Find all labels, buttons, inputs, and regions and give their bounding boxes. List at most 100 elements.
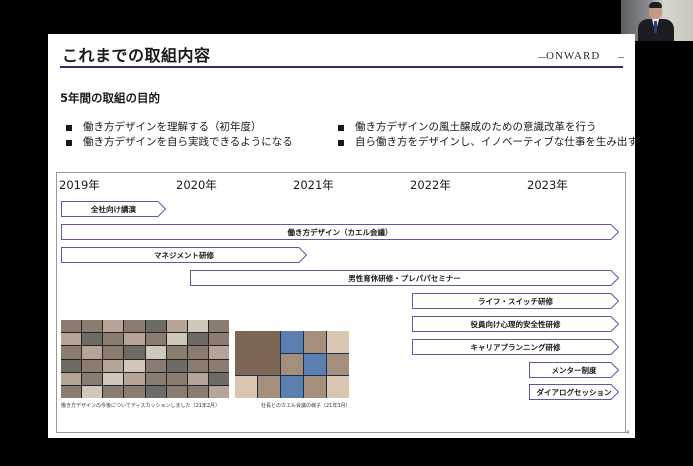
participant-tile: [166, 359, 187, 372]
slide-title: これまでの取組内容: [62, 46, 211, 65]
year-label: 2019年: [59, 178, 100, 192]
participant-tile: [124, 320, 145, 333]
participant-tile: [327, 331, 349, 353]
bullet-square-icon: [66, 124, 72, 131]
participant-tile: [82, 333, 103, 346]
participant-tile: [327, 353, 349, 376]
program-label: 男性育休研修・プレパパセミナー: [348, 273, 461, 283]
participant-tile: [145, 346, 166, 359]
participant-tile: [61, 333, 82, 346]
participant-tile: [187, 385, 208, 398]
participant-tile: [82, 385, 103, 398]
participant-tile: [82, 346, 103, 359]
participant-tile: [103, 346, 124, 359]
participant-tile: [327, 376, 349, 398]
objectives-left: 働き方デザインを理解する（初年度） 働き方デザインを自ら実践できるようになる: [66, 120, 293, 150]
year-label: 2022年: [410, 178, 451, 192]
participant-tile: [166, 346, 187, 359]
logo-rule-right: [618, 57, 624, 58]
participant-tile: [145, 333, 166, 346]
participant-tile: [187, 359, 208, 372]
photo-caption: 働き方デザインの今後についてディスカッションしました（21年2月）: [61, 403, 221, 409]
participant-tile: [281, 331, 303, 353]
participant-tile: [304, 331, 326, 353]
brand-logo: ONWARD: [546, 50, 601, 62]
program-arrow: キャリアプランニング研修: [412, 339, 619, 355]
participant-tile: [304, 353, 326, 376]
program-arrow: マネジメント研修: [61, 247, 307, 263]
objective-item: 働き方デザインの風土醸成のための意識改革を行う: [338, 120, 638, 135]
participant-tile: [61, 346, 82, 359]
program-arrow: ライフ・スイッチ研修: [412, 293, 619, 309]
participant-tile: [124, 359, 145, 372]
logo-rule-left: [538, 57, 546, 58]
year-label: 2021年: [293, 178, 334, 192]
program-arrow: 役員向け心理的安全性研修: [412, 316, 619, 332]
program-label: メンター制度: [551, 365, 597, 375]
program-arrow: メンター制度: [529, 362, 619, 378]
page-number: 4: [626, 430, 630, 436]
participant-tile: [208, 359, 229, 372]
participant-tile: [187, 320, 208, 333]
participant-tile: [235, 376, 257, 398]
participant-tile: [281, 376, 303, 398]
participant-tile: [61, 320, 82, 333]
program-label: 役員向け心理的安全性研修: [470, 319, 561, 329]
objectives-right: 働き方デザインの風土醸成のための意識改革を行う 自ら働き方をデザインし、イノベー…: [338, 120, 638, 150]
bullet-square-icon: [338, 139, 344, 146]
participant-tile: [145, 385, 166, 398]
participant-tile: [208, 372, 229, 385]
participant-tile: [208, 320, 229, 333]
participant-tile: [235, 331, 280, 376]
participant-tile: [124, 346, 145, 359]
participant-tile: [124, 372, 145, 385]
participant-tile: [208, 346, 229, 359]
participant-tile: [103, 372, 124, 385]
program-label: 全社向け講演: [91, 204, 136, 214]
bullet-square-icon: [338, 124, 344, 131]
program-arrow: 男性育休研修・プレパパセミナー: [190, 270, 619, 286]
participant-tile: [166, 385, 187, 398]
participant-tile: [61, 372, 82, 385]
participant-tile: [61, 385, 82, 398]
year-label: 2020年: [176, 178, 217, 192]
program-arrow: 働き方デザイン（カエル会議）: [61, 224, 619, 240]
program-label: ライフ・スイッチ研修: [478, 296, 553, 306]
participant-tile: [187, 372, 208, 385]
participant-tile: [103, 333, 124, 346]
participant-tile: [124, 333, 145, 346]
program-label: ダイアログセッション: [536, 387, 612, 397]
participant-tile: [82, 320, 103, 333]
participant-tile: [208, 333, 229, 346]
program-label: 働き方デザイン（カエル会議）: [287, 227, 393, 237]
participant-tile: [145, 372, 166, 385]
shared-slide: これまでの取組内容 ONWARD 5年間の取組の目的 働き方デザインを理解する（…: [48, 34, 638, 438]
participant-tile: [103, 320, 124, 333]
participant-tile: [82, 372, 103, 385]
participant-tile: [103, 385, 124, 398]
participant-tile: [208, 385, 229, 398]
year-label: 2023年: [527, 178, 568, 192]
title-divider: [60, 66, 623, 68]
objective-item: 働き方デザインを理解する（初年度）: [66, 120, 293, 135]
program-arrow: 全社向け講演: [61, 201, 166, 217]
bullet-square-icon: [66, 139, 72, 146]
participant-tile: [166, 372, 187, 385]
participant-tile: [124, 385, 145, 398]
program-label: マネジメント研修: [154, 250, 214, 260]
participant-tile: [103, 359, 124, 372]
participant-tile: [145, 359, 166, 372]
program-label: キャリアプランニング研修: [470, 342, 561, 352]
participant-tile: [258, 376, 280, 398]
participant-tile: [166, 333, 187, 346]
participant-tile: [304, 376, 326, 398]
objective-item: 働き方デザインを自ら実践できるようになる: [66, 135, 293, 150]
online-discussion-photo: [61, 320, 229, 398]
participant-tile: [187, 333, 208, 346]
photo-caption: 社長とのカエル会議の様子（21年3月）: [261, 403, 351, 409]
participant-tile: [166, 320, 187, 333]
participant-tile: [281, 353, 303, 376]
participant-tile: [187, 346, 208, 359]
participant-tile: [82, 359, 103, 372]
program-timeline: 2019年 2020年 2021年 2022年 2023年 働き方デザインの今後…: [56, 172, 626, 433]
